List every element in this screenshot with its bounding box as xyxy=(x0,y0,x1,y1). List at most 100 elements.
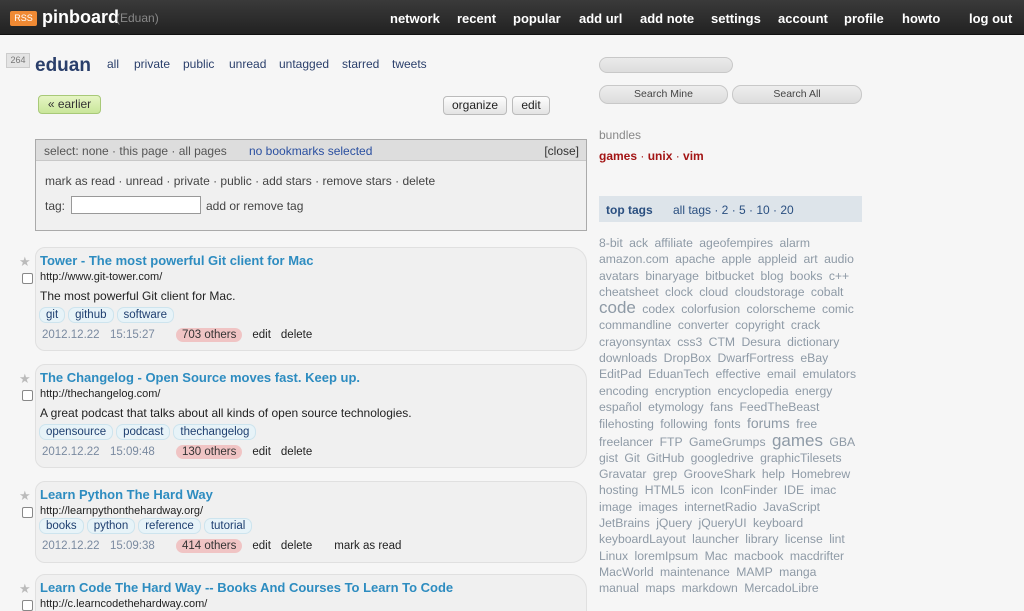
search-all-button[interactable]: Search All xyxy=(732,85,862,104)
tag-cloud-item[interactable]: cloud xyxy=(699,285,728,299)
tag-cloud-item[interactable]: cheatsheet xyxy=(599,285,659,299)
tag-cloud-item[interactable]: GrooveShark xyxy=(684,467,756,481)
tag-cloud-item[interactable]: comic xyxy=(822,302,854,316)
tag-cloud-item[interactable]: fans xyxy=(710,400,733,414)
edit-link[interactable]: edit xyxy=(252,540,271,552)
delete-link[interactable]: delete xyxy=(281,540,312,552)
filter-public[interactable]: public xyxy=(183,57,214,71)
tag-cloud-item[interactable]: gist xyxy=(599,451,618,465)
others-count-badge[interactable]: 703 others xyxy=(176,328,243,342)
tag-cloud-item[interactable]: copyright xyxy=(735,318,784,332)
bulk-actions[interactable]: mark as read · unread · private · public… xyxy=(45,174,435,188)
tag-cloud-item[interactable]: MacWorld xyxy=(599,565,654,579)
brand-logo[interactable]: pinboard xyxy=(42,7,119,28)
tag-cloud-item[interactable]: etymology xyxy=(648,400,704,414)
search-input[interactable] xyxy=(599,57,733,73)
tag-cloud-item[interactable]: graphicTilesets xyxy=(760,451,842,465)
tag-cloud-item[interactable]: effective xyxy=(715,367,760,381)
tag-pill[interactable]: reference xyxy=(138,518,201,534)
tag-cloud-item[interactable]: grep xyxy=(653,467,677,481)
nav-recent[interactable]: recent xyxy=(457,0,496,38)
tag-cloud-item[interactable]: DwarfFortress xyxy=(717,351,794,365)
bundle-games[interactable]: games xyxy=(599,149,637,163)
tag-cloud-item[interactable]: JavaScript xyxy=(763,500,820,514)
tag-cloud-item[interactable]: eBay xyxy=(800,351,828,365)
tag-cloud-item[interactable]: 8-bit xyxy=(599,236,623,250)
edit-link[interactable]: edit xyxy=(252,329,271,341)
tag-cloud-item[interactable]: fonts xyxy=(714,417,740,431)
edit-button[interactable]: edit xyxy=(512,96,550,115)
tag-cloud-item[interactable]: HTML5 xyxy=(645,483,685,497)
filter-starred[interactable]: starred xyxy=(342,57,379,71)
page-title[interactable]: eduan xyxy=(35,55,91,77)
tag-cloud-item[interactable]: converter xyxy=(678,318,729,332)
tag-cloud-item[interactable]: cloudstorage xyxy=(735,285,805,299)
filter-unread[interactable]: unread xyxy=(229,57,266,71)
delete-link[interactable]: delete xyxy=(281,329,312,341)
tag-cloud-item[interactable]: MercadoLibre xyxy=(744,581,819,595)
bookmark-checkbox[interactable] xyxy=(22,390,33,401)
tag-cloud-item[interactable]: maintenance xyxy=(660,565,730,579)
tag-cloud-item[interactable]: crack xyxy=(791,318,820,332)
tag-cloud-item[interactable]: amazon.com xyxy=(599,252,669,266)
nav-add-url[interactable]: add url xyxy=(579,0,622,38)
tag-pill[interactable]: books xyxy=(39,518,84,534)
tag-pill[interactable]: podcast xyxy=(116,424,171,440)
search-mine-button[interactable]: Search Mine xyxy=(599,85,728,104)
tag-cloud-item[interactable]: css3 xyxy=(677,335,702,349)
bookmark-title[interactable]: Tower - The most powerful Git client for… xyxy=(40,253,314,268)
nav-account[interactable]: account xyxy=(778,0,828,38)
tag-cloud-item[interactable]: icon xyxy=(691,483,713,497)
tag-cloud-item[interactable]: following xyxy=(660,417,707,431)
rss-icon[interactable]: RSS xyxy=(10,11,37,26)
nav-network[interactable]: network xyxy=(390,0,440,38)
tag-cloud-item[interactable]: codex xyxy=(642,302,675,316)
tag-cloud-item[interactable]: imac xyxy=(811,483,837,497)
tag-cloud-item[interactable]: clock xyxy=(665,285,693,299)
tag-cloud-item[interactable]: keyboardLayout xyxy=(599,532,686,546)
tag-cloud-item[interactable]: forums xyxy=(747,415,790,431)
tag-cloud-item[interactable]: IDE xyxy=(784,483,804,497)
tag-cloud-item[interactable]: Desura xyxy=(741,335,780,349)
tag-cloud-item[interactable]: ack xyxy=(629,236,648,250)
tag-cloud-item[interactable]: art xyxy=(803,252,817,266)
tag-cloud-item[interactable]: Mac xyxy=(705,549,728,563)
filter-tweets[interactable]: tweets xyxy=(392,57,427,71)
tag-cloud-item[interactable]: energy xyxy=(795,384,832,398)
tag-cloud-item[interactable]: jQuery xyxy=(656,516,692,530)
tag-cloud-item[interactable]: loremIpsum xyxy=(635,549,699,563)
tag-pill[interactable]: github xyxy=(68,307,114,323)
tag-cloud-item[interactable]: encoding xyxy=(599,384,648,398)
tag-cloud-item[interactable]: FTP xyxy=(660,435,683,449)
tag-cloud-item[interactable]: EduanTech xyxy=(648,367,709,381)
nav-howto[interactable]: howto xyxy=(902,0,940,38)
tag-cloud-item[interactable]: Git xyxy=(624,451,640,465)
tag-cloud-item[interactable]: freelancer xyxy=(599,435,653,449)
tag-pill[interactable]: tutorial xyxy=(203,518,253,534)
select-options[interactable]: select: none · this page · all pages xyxy=(44,144,227,158)
tag-cloud-item[interactable]: downloads xyxy=(599,351,657,365)
star-icon[interactable]: ★ xyxy=(19,581,31,597)
tag-cloud-item[interactable]: affiliate xyxy=(654,236,692,250)
bookmark-title[interactable]: Learn Code The Hard Way -- Books And Cou… xyxy=(40,580,453,595)
tag-cloud-item[interactable]: internetRadio xyxy=(684,500,757,514)
tag-cloud-item[interactable]: binaryage xyxy=(645,269,699,283)
tag-cloud-item[interactable]: hosting xyxy=(599,483,638,497)
tag-cloud-item[interactable]: jQueryUI xyxy=(699,516,747,530)
tag-cloud-item[interactable]: encyclopedia xyxy=(718,384,789,398)
others-count-badge[interactable]: 130 others xyxy=(176,445,243,459)
tag-cloud-item[interactable]: c++ xyxy=(829,269,849,283)
tag-cloud-item[interactable]: manga xyxy=(779,565,816,579)
tag-cloud-item[interactable]: games xyxy=(772,431,823,450)
tag-cloud-item[interactable]: code xyxy=(599,298,636,317)
delete-link[interactable]: delete xyxy=(281,446,312,458)
tag-cloud-item[interactable]: MAMP xyxy=(736,565,773,579)
tag-cloud-item[interactable]: EditPad xyxy=(599,367,642,381)
nav-profile[interactable]: profile xyxy=(844,0,884,38)
tag-cloud-item[interactable]: cobalt xyxy=(811,285,844,299)
nav-popular[interactable]: popular xyxy=(513,0,561,38)
star-icon[interactable]: ★ xyxy=(19,488,31,504)
tag-cloud-item[interactable]: colorscheme xyxy=(747,302,816,316)
all-tags-options[interactable]: all tags · 2 · 5 · 10 · 20 xyxy=(673,203,794,217)
filter-private[interactable]: private xyxy=(134,57,170,71)
